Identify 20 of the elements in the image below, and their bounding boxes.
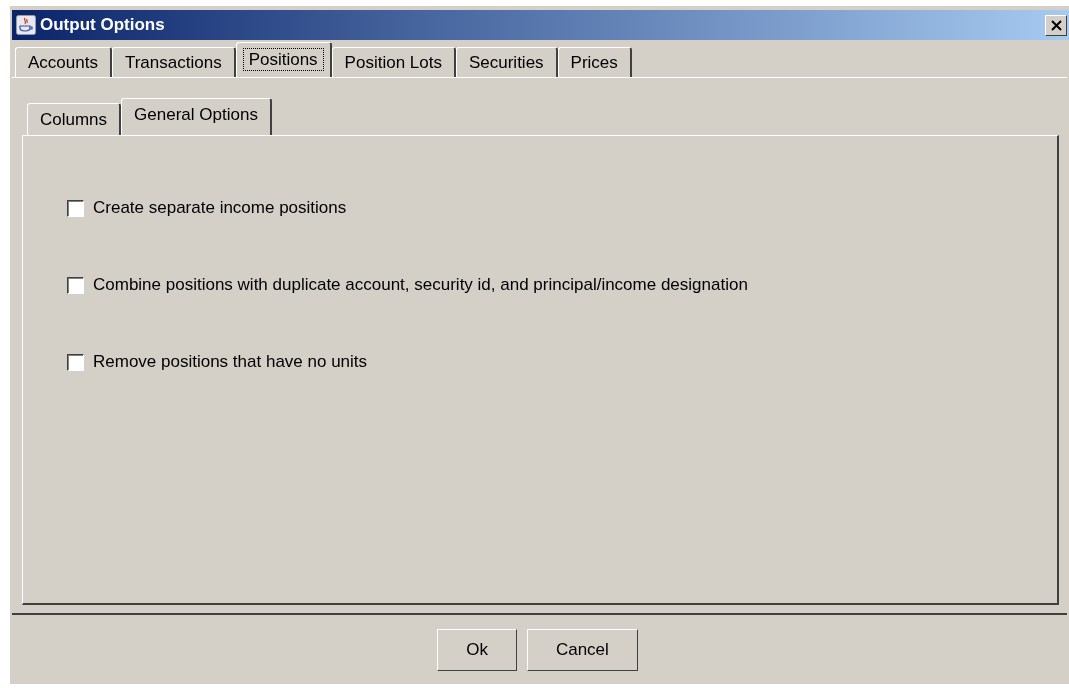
tab[interactable]: Positions: [235, 42, 332, 77]
tab[interactable]: Accounts: [15, 47, 112, 77]
checkbox-label: Combine positions with duplicate account, security id, and principal/income designation: [93, 275, 748, 295]
checkbox[interactable]: [67, 276, 84, 294]
close-icon: [1050, 19, 1062, 31]
tab[interactable]: Transactions: [111, 47, 236, 77]
checkbox[interactable]: [67, 353, 84, 371]
tab[interactable]: Columns: [27, 103, 122, 135]
close-button[interactable]: [1045, 14, 1067, 36]
checkbox[interactable]: [67, 199, 84, 217]
cup-icon: [16, 15, 36, 35]
checkbox-label: Create separate income positions: [93, 198, 347, 218]
dialog-button[interactable]: Cancel: [526, 628, 638, 671]
tab[interactable]: Prices: [557, 47, 632, 77]
dialog-button[interactable]: Ok: [437, 628, 517, 671]
tab[interactable]: Securities: [455, 47, 558, 77]
checkbox-label: Remove positions that have no units: [93, 352, 368, 372]
tab[interactable]: Position Lots: [331, 47, 456, 77]
tab[interactable]: General Options: [121, 98, 272, 135]
window-title: Output Options: [40, 15, 166, 35]
